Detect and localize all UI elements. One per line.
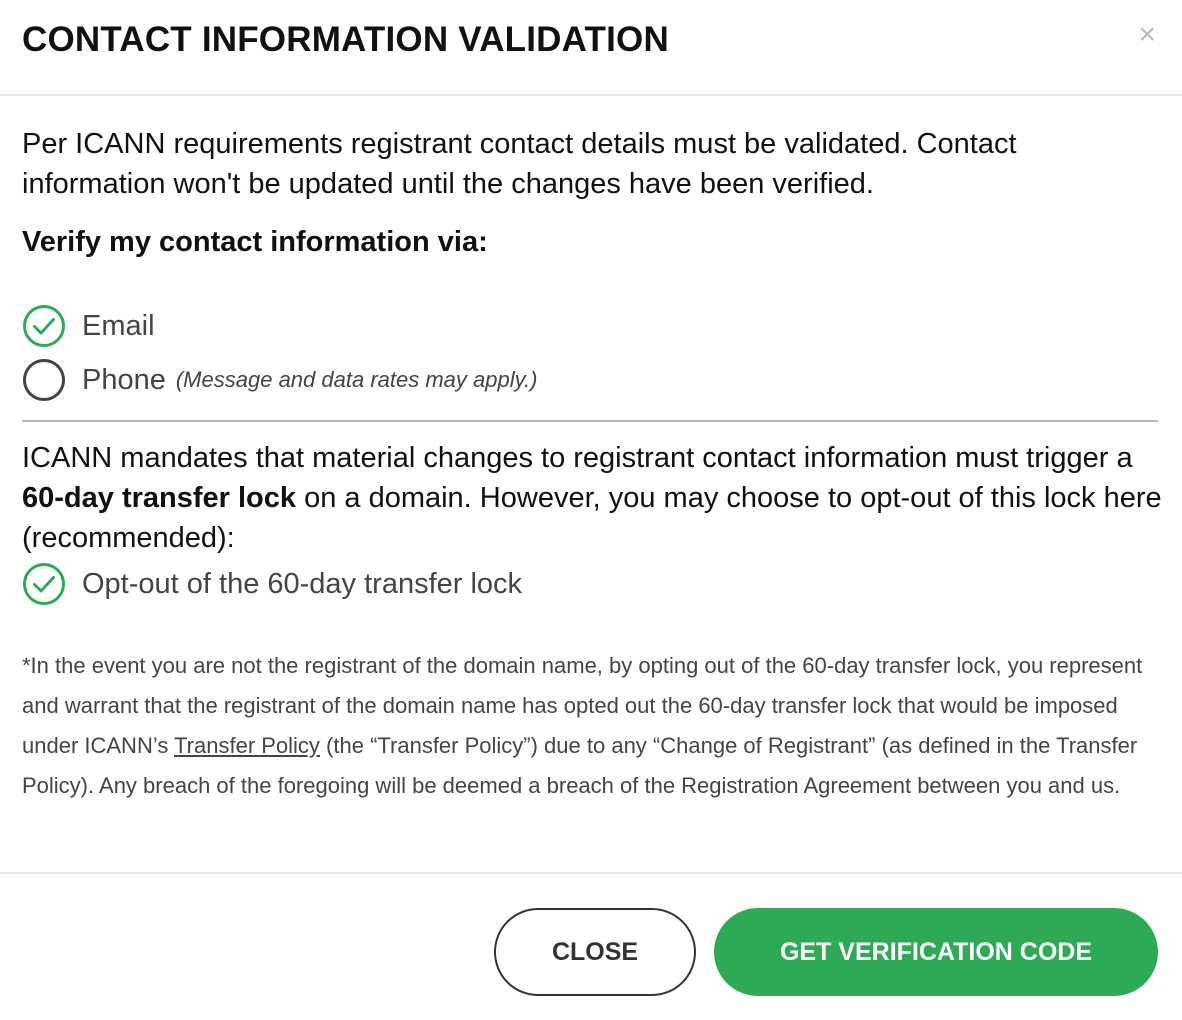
optout-label: Opt-out of the 60-day transfer lock [82,567,523,600]
lock-notice-emphasis: 60-day transfer lock [22,482,297,514]
dialog-title: CONTACT INFORMATION VALIDATION [22,20,669,59]
dialog-body: Per ICANN requirements registrant contac… [22,124,1162,806]
dialog-footer: CLOSE GET VERIFICATION CODE [0,872,1182,1020]
optout-checkbox[interactable]: Opt-out of the 60-day transfer lock [22,558,1162,610]
lock-notice-text: ICANN mandates that material changes to … [22,442,1133,474]
disclaimer-text: *In the event you are not the registrant… [22,646,1162,806]
verify-option-email[interactable]: Email [22,300,1162,352]
verify-heading: Verify my contact information via: [22,226,488,258]
phone-rates-note: (Message and data rates may apply.) [175,367,538,392]
empty-circle-icon [23,359,65,401]
check-circle-icon [23,305,65,347]
transfer-policy-link[interactable]: Transfer Policy [174,733,320,758]
intro-text: Per ICANN requirements registrant contac… [22,128,1017,200]
check-circle-icon [23,563,65,605]
dialog-header: CONTACT INFORMATION VALIDATION × [0,0,1182,96]
get-verification-code-button[interactable]: GET VERIFICATION CODE [714,908,1158,996]
close-button[interactable]: CLOSE [494,908,696,996]
section-divider [22,420,1158,422]
transfer-lock-notice: ICANN mandates that material changes to … [22,438,1162,558]
verify-option-phone[interactable]: Phone (Message and data rates may apply.… [22,354,1162,406]
phone-option-label: Phone [82,363,166,396]
contact-validation-dialog: CONTACT INFORMATION VALIDATION × Per ICA… [0,0,1182,1020]
close-icon[interactable]: × [1138,20,1156,50]
verify-options: Email Phone (Message and data rates may … [22,300,1162,406]
email-option-label: Email [82,309,155,342]
